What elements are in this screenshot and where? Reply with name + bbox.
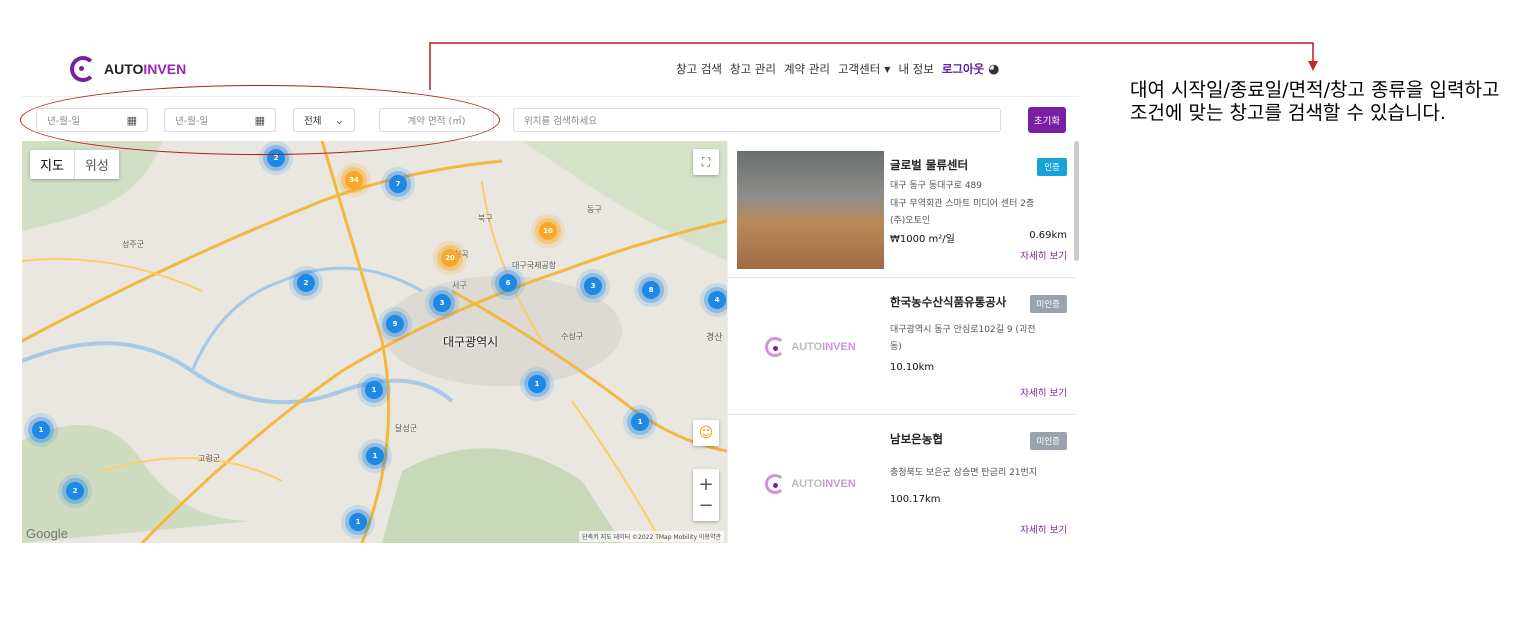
- annotation-text: 대여 시작일/종료일/면적/창고 종류을 입력하고 조건에 맞는 창고를 검색할…: [1130, 79, 1500, 124]
